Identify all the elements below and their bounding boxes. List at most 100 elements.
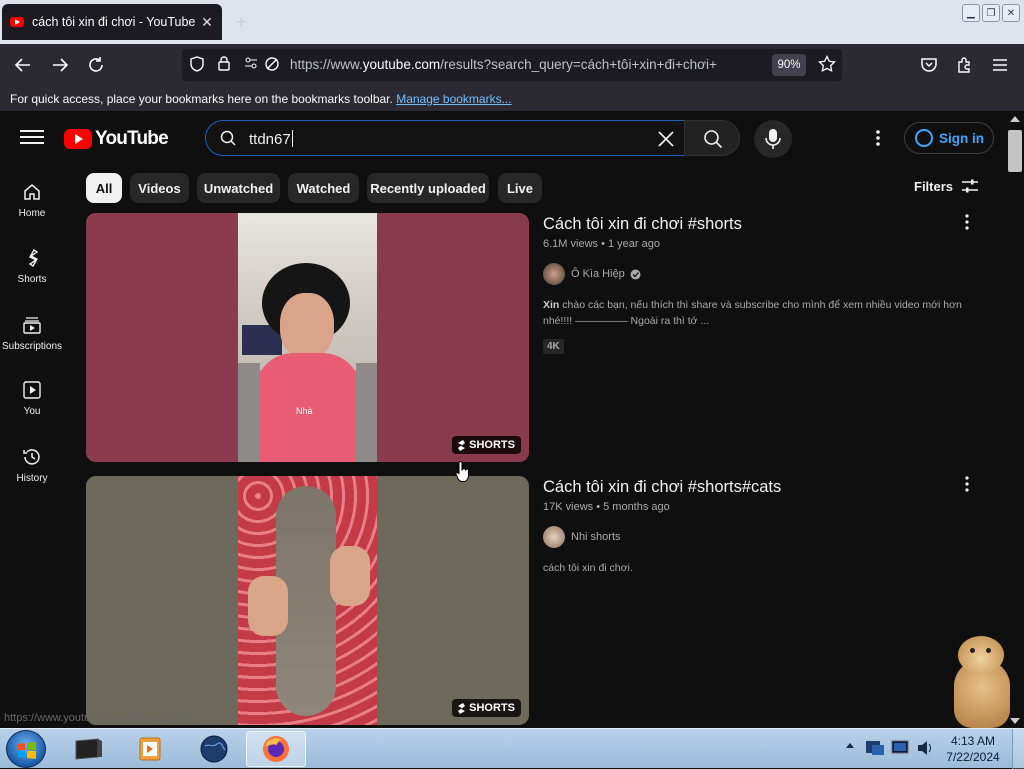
windows-logo-icon bbox=[18, 742, 36, 759]
search-button[interactable] bbox=[684, 120, 740, 156]
channel-avatar[interactable] bbox=[543, 526, 565, 548]
bookmarks-toolbar: For quick access, place your bookmarks h… bbox=[0, 86, 1024, 112]
settings-more-icon[interactable] bbox=[868, 126, 888, 150]
system-tray bbox=[842, 729, 938, 769]
clock-date: 7/22/2024 bbox=[946, 750, 1000, 764]
rail-item-home[interactable]: Home bbox=[0, 182, 64, 219]
chip-live[interactable]: Live bbox=[498, 173, 542, 203]
filter-sliders-icon bbox=[962, 179, 979, 193]
youtube-play-logo-icon bbox=[64, 129, 92, 149]
tracking-shield-icon[interactable] bbox=[190, 56, 204, 75]
tray-expand-icon[interactable] bbox=[846, 743, 854, 748]
pocket-icon[interactable] bbox=[918, 54, 940, 76]
result-thumbnail[interactable]: Nhà SHORTS bbox=[86, 213, 529, 462]
history-icon bbox=[23, 449, 40, 465]
chip-videos[interactable]: Videos bbox=[130, 173, 189, 203]
browser-tab-youtube[interactable]: cách tôi xin đi chơi - YouTube ✕ bbox=[2, 4, 222, 40]
result-more-icon[interactable] bbox=[962, 212, 972, 232]
back-arrow-icon[interactable] bbox=[12, 54, 34, 76]
voice-search-button[interactable] bbox=[754, 120, 792, 158]
filters-label: Filters bbox=[914, 178, 954, 194]
restore-button[interactable]: ❐ bbox=[982, 4, 1000, 22]
taskbar-firefox[interactable] bbox=[246, 731, 306, 767]
firefox-icon bbox=[263, 736, 289, 762]
result-channel[interactable]: Ô Kìa Hiệp bbox=[543, 263, 641, 285]
lock-icon[interactable] bbox=[218, 56, 230, 74]
chip-unwatched[interactable]: Unwatched bbox=[197, 173, 280, 203]
search-input[interactable]: ttdn67 bbox=[249, 130, 293, 148]
new-tab-icon[interactable]: + bbox=[236, 12, 247, 33]
result-channel[interactable]: Nhi shorts bbox=[543, 526, 621, 548]
rail-label-subscriptions: Subscriptions bbox=[1, 341, 63, 352]
address-bar[interactable]: https://www.youtube.com/results?search_q… bbox=[182, 49, 842, 81]
permissions-icon[interactable] bbox=[244, 56, 258, 73]
show-desktop-button[interactable] bbox=[1012, 729, 1024, 769]
app-menu-icon[interactable] bbox=[989, 54, 1011, 76]
reload-icon[interactable] bbox=[85, 54, 107, 76]
tab-close-icon[interactable]: ✕ bbox=[200, 14, 214, 31]
taskbar-clock[interactable]: 4:13 AM 7/22/2024 bbox=[940, 733, 1006, 765]
filters-button[interactable]: Filters bbox=[914, 178, 979, 194]
youtube-logo[interactable]: YouTube bbox=[64, 128, 169, 150]
chip-watched[interactable]: Watched bbox=[288, 173, 359, 203]
tray-app-icon[interactable] bbox=[864, 737, 886, 759]
shorts-icon bbox=[458, 439, 466, 451]
shorts-badge: SHORTS bbox=[452, 699, 521, 717]
rail-item-shorts[interactable]: Shorts bbox=[0, 248, 64, 285]
taskbar-globe-app[interactable] bbox=[184, 731, 244, 767]
taskbar-media-player[interactable] bbox=[120, 731, 180, 767]
scrollbar-thumb[interactable] bbox=[1008, 130, 1022, 172]
rail-label-you: You bbox=[23, 406, 41, 417]
video-frame: Nhà bbox=[238, 213, 377, 462]
channel-avatar[interactable] bbox=[543, 263, 565, 285]
result-thumbnail[interactable]: SHORTS bbox=[86, 476, 529, 725]
taskbar-monitor-app[interactable] bbox=[58, 731, 118, 767]
account-circle-icon bbox=[915, 129, 933, 147]
home-icon bbox=[24, 184, 40, 200]
chip-all[interactable]: All bbox=[86, 173, 122, 203]
clear-search-icon[interactable] bbox=[654, 127, 678, 151]
video-frame bbox=[238, 476, 377, 725]
volume-icon[interactable] bbox=[916, 738, 934, 758]
youtube-logo-text: YouTube bbox=[95, 128, 169, 149]
network-icon[interactable] bbox=[890, 737, 912, 759]
close-window-button[interactable]: ✕ bbox=[1002, 4, 1020, 22]
extensions-icon[interactable] bbox=[954, 54, 976, 76]
rail-label-shorts: Shorts bbox=[17, 274, 47, 285]
manage-bookmarks-link[interactable]: Manage bookmarks... bbox=[396, 92, 511, 106]
rail-item-subscriptions[interactable]: Subscriptions bbox=[0, 315, 64, 352]
zoom-level-badge[interactable]: 90% bbox=[772, 54, 806, 76]
forward-arrow-icon[interactable] bbox=[49, 54, 71, 76]
bookmarks-hint-text: For quick access, place your bookmarks h… bbox=[10, 92, 393, 106]
sign-in-button[interactable]: Sign in bbox=[904, 122, 994, 154]
media-player-icon bbox=[139, 737, 161, 761]
bookmark-star-icon[interactable] bbox=[818, 54, 836, 76]
minimize-button[interactable]: ▁ bbox=[962, 4, 980, 22]
guide-menu-icon[interactable] bbox=[20, 126, 44, 150]
result-meta: 17K views • 5 months ago bbox=[543, 501, 670, 513]
link-status-url: https://www.youtube.com/shorts/Zu6R... bbox=[4, 712, 199, 724]
search-box[interactable]: ttdn67 bbox=[205, 120, 685, 156]
shorts-badge: SHORTS bbox=[452, 436, 521, 454]
rail-item-you[interactable]: You bbox=[0, 380, 64, 417]
window-controls: ▁ ❐ ✕ bbox=[962, 4, 1020, 22]
rail-item-history[interactable]: History bbox=[0, 447, 64, 484]
you-icon bbox=[23, 381, 41, 399]
result-title[interactable]: Cách tôi xin đi chơi #shorts bbox=[543, 215, 742, 234]
sign-in-label: Sign in bbox=[939, 130, 984, 146]
tab-title: cách tôi xin đi chơi - YouTube bbox=[32, 15, 196, 29]
url-text[interactable]: https://www.youtube.com/results?search_q… bbox=[290, 57, 717, 72]
globe-icon bbox=[200, 735, 228, 763]
start-button[interactable] bbox=[6, 730, 46, 768]
chip-recently-uploaded[interactable]: Recently uploaded bbox=[367, 173, 489, 203]
result-title[interactable]: Cách tôi xin đi chơi #shorts#cats bbox=[543, 478, 781, 497]
browser-navigation-bar: https://www.youtube.com/results?search_q… bbox=[0, 44, 1024, 86]
result-more-icon[interactable] bbox=[962, 474, 972, 494]
result-meta: 6.1M views • 1 year ago bbox=[543, 238, 660, 250]
monitor-icon bbox=[75, 738, 102, 760]
overlay-text: Nhà bbox=[296, 406, 313, 416]
shorts-icon bbox=[458, 702, 466, 714]
hand-cursor-icon bbox=[455, 461, 469, 482]
autoplay-blocked-icon[interactable] bbox=[264, 56, 280, 75]
browser-tab-strip: cách tôi xin đi chơi - YouTube ✕ + ▁ ❐ ✕ bbox=[0, 0, 1024, 44]
